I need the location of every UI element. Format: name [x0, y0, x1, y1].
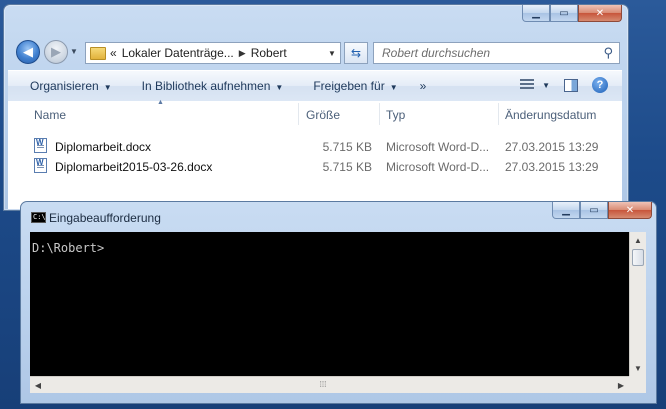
more-commands-button[interactable]: »	[420, 79, 427, 93]
scroll-down-icon[interactable]: ▼	[630, 360, 646, 376]
search-placeholder: Robert durchsuchen	[382, 46, 491, 60]
scroll-left-icon[interactable]: ◀	[30, 377, 46, 393]
address-bar[interactable]: « Lokaler Datenträge... ▶ Robert ▼	[85, 42, 341, 64]
file-date: 27.03.2015 13:29	[505, 140, 599, 154]
cmd-minimize-button[interactable]: ▁	[552, 202, 580, 219]
column-headers: ▲ Name Größe Typ Änderungsdatum	[8, 99, 622, 127]
resize-corner	[629, 376, 646, 393]
back-button[interactable]: ◀	[16, 40, 40, 64]
breadcrumb-arrow-icon[interactable]: ▶	[239, 48, 246, 59]
console-output[interactable]: D:\Robert>	[30, 232, 629, 376]
column-divider[interactable]	[298, 103, 299, 125]
console-icon[interactable]: C:\	[31, 212, 46, 223]
share-label: Freigeben für	[313, 79, 385, 93]
console-prompt: D:\Robert>	[32, 241, 105, 255]
breadcrumb-segment[interactable]: Lokaler Datenträge...	[122, 46, 234, 60]
cmd-maximize-button[interactable]: ▭	[580, 202, 608, 219]
column-header-name[interactable]: Name	[34, 108, 66, 122]
chevron-down-icon: ▼	[389, 83, 398, 92]
file-name: Diplomarbeit.docx	[55, 140, 152, 154]
share-menu[interactable]: Freigeben für ▼	[313, 79, 397, 93]
file-size: 5.715 KB	[322, 140, 372, 154]
cmd-window-title: Eingabeaufforderung	[49, 211, 161, 225]
file-row[interactable]: W Diplomarbeit.docx 5.715 KB Microsoft W…	[8, 137, 622, 157]
forward-arrow-icon: ▶	[51, 44, 61, 59]
include-library-menu[interactable]: In Bibliothek aufnehmen ▼	[142, 79, 284, 93]
view-options-icon	[520, 79, 535, 91]
address-dropdown-button[interactable]: ▼	[323, 48, 340, 58]
chevron-down-icon: ▼	[103, 83, 112, 92]
sort-ascending-icon: ▲	[157, 99, 164, 106]
include-library-label: In Bibliothek aufnehmen	[141, 79, 271, 93]
file-type: Microsoft Word-D...	[386, 140, 490, 154]
chevron-down-icon: ▼	[542, 80, 550, 90]
cmd-close-button[interactable]: ✕	[608, 202, 652, 219]
command-bar: Organisieren ▼ In Bibliothek aufnehmen ▼ F…	[8, 70, 622, 102]
preview-pane-icon[interactable]	[564, 78, 578, 92]
scroll-grip-icon[interactable]: ⁞⁞⁞	[312, 379, 334, 390]
file-row[interactable]: W Diplomarbeit2015-03-26.docx 5.715 KB M…	[8, 157, 622, 177]
organize-label: Organisieren	[30, 79, 99, 93]
folder-icon	[90, 46, 106, 60]
cmd-window: C:\ Eingabeaufforderung ▁ ▭ ✕ D:\Robert>…	[20, 201, 657, 404]
file-size: 5.715 KB	[322, 160, 372, 174]
refresh-icon: ⇆	[350, 46, 362, 60]
column-divider[interactable]	[379, 103, 380, 125]
refresh-button[interactable]: ⇆	[344, 42, 368, 64]
horizontal-scrollbar[interactable]: ◀ ⁞⁞⁞ ▶	[30, 376, 629, 393]
vertical-scrollbar[interactable]: ▲ ▼	[629, 232, 646, 376]
explorer-close-button[interactable]: ✕	[578, 5, 622, 22]
file-date: 27.03.2015 13:29	[505, 160, 599, 174]
chevron-down-icon: ▼	[275, 83, 284, 92]
file-type: Microsoft Word-D...	[386, 160, 490, 174]
toolbar-right-group: ▼ ?	[520, 77, 608, 93]
column-header-type[interactable]: Typ	[386, 108, 405, 122]
explorer-caption-buttons: ▁ ▭ ✕	[522, 5, 622, 22]
breadcrumb-segment[interactable]: Robert	[251, 46, 287, 60]
file-name: Diplomarbeit2015-03-26.docx	[55, 160, 213, 174]
organize-menu[interactable]: Organisieren ▼	[30, 79, 112, 93]
explorer-maximize-button[interactable]: ▭	[550, 5, 578, 22]
word-document-icon: W	[34, 158, 47, 173]
column-divider[interactable]	[498, 103, 499, 125]
address-overflow[interactable]: «	[110, 46, 117, 60]
help-icon[interactable]: ?	[592, 77, 608, 93]
explorer-minimize-button[interactable]: ▁	[522, 5, 550, 22]
magnifier-icon[interactable]: ⚲	[603, 45, 613, 61]
scroll-right-icon[interactable]: ▶	[613, 377, 629, 393]
file-list: ▲ Name Größe Typ Änderungsdatum W Diplom…	[8, 99, 622, 209]
search-input[interactable]: Robert durchsuchen ⚲	[373, 42, 620, 64]
recent-pages-dropdown[interactable]: ▼	[70, 47, 78, 56]
view-options-button[interactable]: ▼	[520, 79, 550, 91]
forward-button[interactable]: ▶	[44, 40, 68, 64]
scroll-thumb[interactable]	[632, 249, 644, 266]
column-header-date[interactable]: Änderungsdatum	[505, 108, 596, 122]
back-arrow-icon: ◀	[23, 44, 33, 59]
column-header-size[interactable]: Größe	[306, 108, 340, 122]
cmd-caption-buttons: ▁ ▭ ✕	[552, 202, 652, 219]
scroll-up-icon[interactable]: ▲	[630, 232, 646, 248]
word-document-icon: W	[34, 138, 47, 153]
explorer-window: ▁ ▭ ✕ ◀ ▶ ▼ « Lokaler Datenträge... ▶ Ro…	[3, 4, 629, 211]
